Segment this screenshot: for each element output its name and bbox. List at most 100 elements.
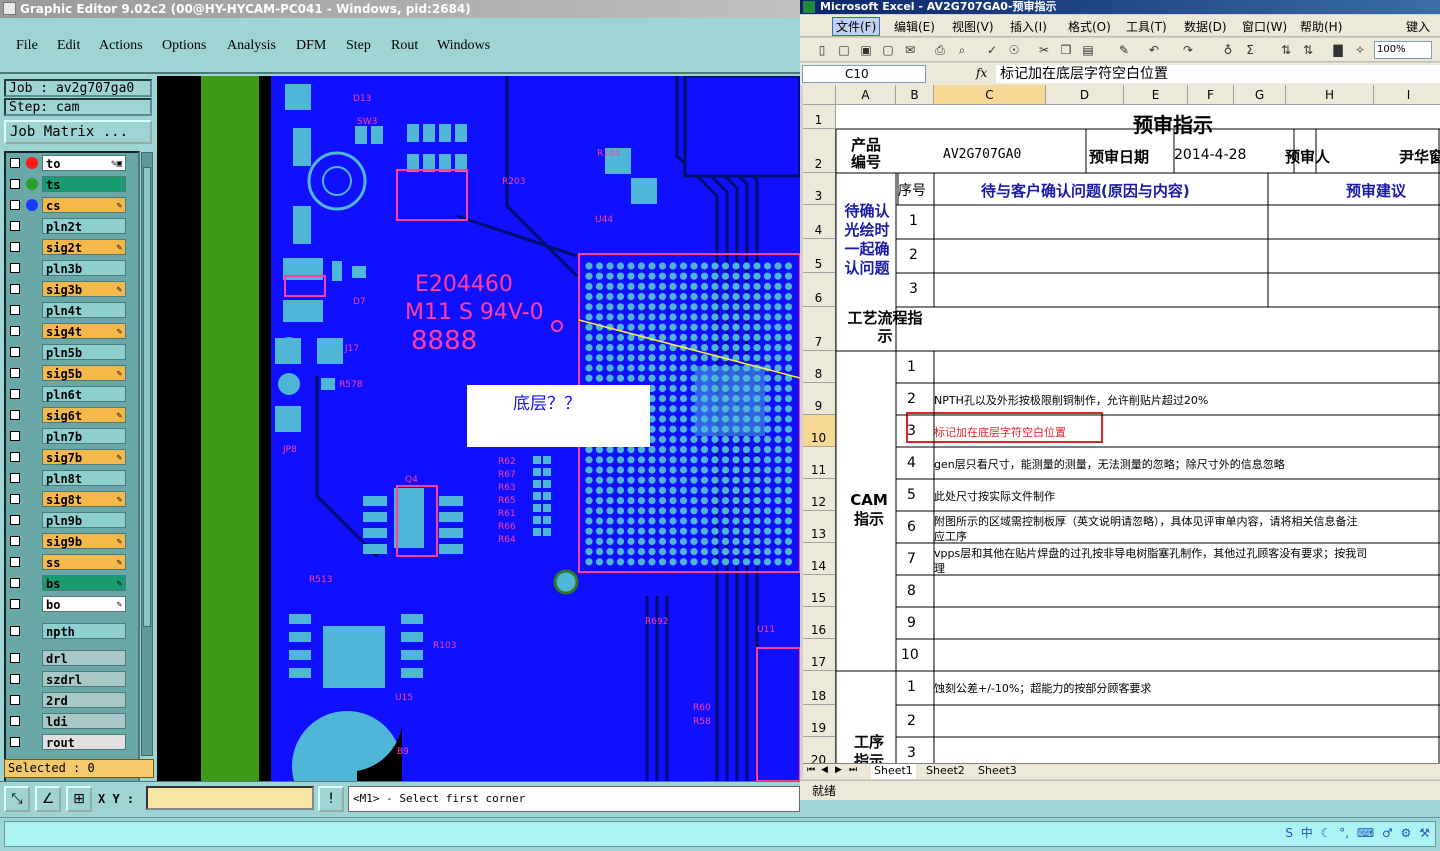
- row-header[interactable]: 14: [803, 543, 836, 575]
- layer-name[interactable]: drl: [42, 650, 126, 666]
- print-preview-icon[interactable]: ⌕: [954, 42, 970, 58]
- select-all-corner[interactable]: [803, 85, 836, 105]
- layer-row[interactable]: bo ✎: [8, 596, 128, 612]
- pcb-canvas[interactable]: E204460 M11 S 94V-0 8888 D13 SW3 R104 R2…: [157, 76, 800, 781]
- scrollbar-thumb[interactable]: [143, 167, 151, 627]
- layer-name[interactable]: pln6t: [42, 386, 126, 402]
- layer-name[interactable]: pln9b: [42, 512, 126, 528]
- tab-sheet1[interactable]: Sheet1: [871, 764, 916, 779]
- layer-name[interactable]: sig6t ✎: [42, 407, 126, 423]
- tab-last-icon[interactable]: ⏭: [849, 765, 857, 775]
- layer-row[interactable]: sig4t ✎: [8, 323, 128, 339]
- menu-windows[interactable]: Windows: [437, 38, 490, 54]
- alert-icon[interactable]: !: [318, 786, 344, 812]
- sort-desc-icon[interactable]: ⇅: [1300, 42, 1316, 58]
- layer-checkbox[interactable]: [10, 368, 20, 378]
- save-icon[interactable]: ▣: [858, 42, 874, 58]
- menu-actions[interactable]: Actions: [99, 38, 143, 54]
- layer-checkbox[interactable]: [10, 599, 20, 609]
- row-header[interactable]: 6: [803, 273, 836, 307]
- column-header[interactable]: E: [1124, 85, 1188, 105]
- menu-edit[interactable]: Edit: [57, 38, 80, 54]
- column-header[interactable]: F: [1188, 85, 1234, 105]
- help-search-box[interactable]: 键入: [1406, 18, 1438, 36]
- row-header[interactable]: 3: [803, 173, 836, 205]
- layer-name[interactable]: pln2t: [42, 218, 126, 234]
- layer-checkbox[interactable]: [10, 431, 20, 441]
- layer-name[interactable]: sig8t ✎: [42, 491, 126, 507]
- layer-row[interactable]: pln4t: [8, 302, 128, 318]
- row-header[interactable]: 20: [803, 737, 836, 763]
- layer-row[interactable]: sig5b ✎: [8, 365, 128, 381]
- menu-file-cn[interactable]: 文件(F): [832, 17, 881, 36]
- paste-icon[interactable]: ▤: [1080, 42, 1096, 58]
- layer-row[interactable]: ldi: [8, 713, 128, 729]
- row-header[interactable]: 19: [803, 705, 836, 737]
- format-painter-icon[interactable]: ✎: [1116, 42, 1132, 58]
- undo-icon[interactable]: ↶: [1146, 42, 1162, 58]
- layer-checkbox[interactable]: [10, 578, 20, 588]
- tools-icon[interactable]: ⚒: [1419, 826, 1430, 840]
- row-header[interactable]: 1: [803, 105, 836, 129]
- layer-row[interactable]: ss ✎: [8, 554, 128, 570]
- layer-name[interactable]: pln7b: [42, 428, 126, 444]
- layer-name[interactable]: cs ✎: [42, 197, 126, 213]
- punct-icon[interactable]: °,: [1339, 826, 1349, 840]
- layer-checkbox[interactable]: [10, 242, 20, 252]
- layer-row[interactable]: pln6t: [8, 386, 128, 402]
- new-icon[interactable]: ▯: [814, 42, 830, 58]
- layer-checkbox[interactable]: [10, 284, 20, 294]
- row-header[interactable]: 15: [803, 575, 836, 607]
- column-header[interactable]: C: [934, 85, 1046, 105]
- layer-name[interactable]: ldi: [42, 713, 126, 729]
- layer-name[interactable]: sig7b ✎: [42, 449, 126, 465]
- layer-name[interactable]: rout: [42, 734, 126, 750]
- layer-checkbox[interactable]: [10, 557, 20, 567]
- layer-checkbox[interactable]: [10, 695, 20, 705]
- layer-name[interactable]: sig4t ✎: [42, 323, 126, 339]
- layer-checkbox[interactable]: [10, 452, 20, 462]
- layer-checkbox[interactable]: [10, 389, 20, 399]
- layer-checkbox[interactable]: [10, 263, 20, 273]
- row-header[interactable]: 10: [803, 415, 836, 447]
- tab-prev-icon[interactable]: ◀: [821, 765, 828, 775]
- research-icon[interactable]: ☉: [1006, 42, 1022, 58]
- job-matrix-button[interactable]: Job Matrix ...: [4, 120, 152, 144]
- sort-asc-icon[interactable]: ⇅: [1278, 42, 1294, 58]
- row-header[interactable]: 17: [803, 639, 836, 671]
- layer-checkbox[interactable]: [10, 626, 20, 636]
- layer-name[interactable]: sig2t ✎: [42, 239, 126, 255]
- user-icon[interactable]: ♂: [1382, 826, 1393, 840]
- layer-checkbox[interactable]: [10, 347, 20, 357]
- menu-view-cn[interactable]: 视图(V): [952, 18, 994, 35]
- layer-row[interactable]: sig7b ✎: [8, 449, 128, 465]
- ime-mode-icon[interactable]: 中: [1301, 826, 1313, 840]
- layer-row[interactable]: pln2t: [8, 218, 128, 234]
- layer-checkbox[interactable]: [10, 200, 20, 210]
- layer-checkbox[interactable]: [10, 653, 20, 663]
- row-header[interactable]: 4: [803, 205, 836, 239]
- layer-name[interactable]: pln5b: [42, 344, 126, 360]
- layer-checkbox[interactable]: [10, 326, 20, 336]
- menu-tools-cn[interactable]: 工具(T): [1126, 18, 1167, 35]
- row-header[interactable]: 7: [803, 307, 836, 351]
- layer-name[interactable]: sig5b ✎: [42, 365, 126, 381]
- fx-icon[interactable]: fx: [976, 66, 987, 80]
- column-header[interactable]: I: [1374, 85, 1440, 105]
- measure-icon[interactable]: ∠: [35, 786, 61, 812]
- layer-name[interactable]: npth: [42, 623, 126, 639]
- layer-name[interactable]: szdrl: [42, 671, 126, 687]
- layer-row[interactable]: pln7b: [8, 428, 128, 444]
- layer-row[interactable]: sig6t ✎: [8, 407, 128, 423]
- layer-row[interactable]: pln5b: [8, 344, 128, 360]
- layer-scrollbar[interactable]: [141, 152, 153, 756]
- layer-name[interactable]: pln8t: [42, 470, 126, 486]
- row-header[interactable]: 9: [803, 383, 836, 415]
- layer-name[interactable]: ss ✎: [42, 554, 126, 570]
- layer-row[interactable]: cs ✎: [8, 197, 128, 213]
- row-header[interactable]: 13: [803, 511, 836, 543]
- tab-first-icon[interactable]: ⏮: [807, 765, 815, 775]
- layer-checkbox[interactable]: [10, 737, 20, 747]
- menu-format-cn[interactable]: 格式(O): [1068, 18, 1111, 35]
- tab-sheet2[interactable]: Sheet2: [923, 764, 968, 779]
